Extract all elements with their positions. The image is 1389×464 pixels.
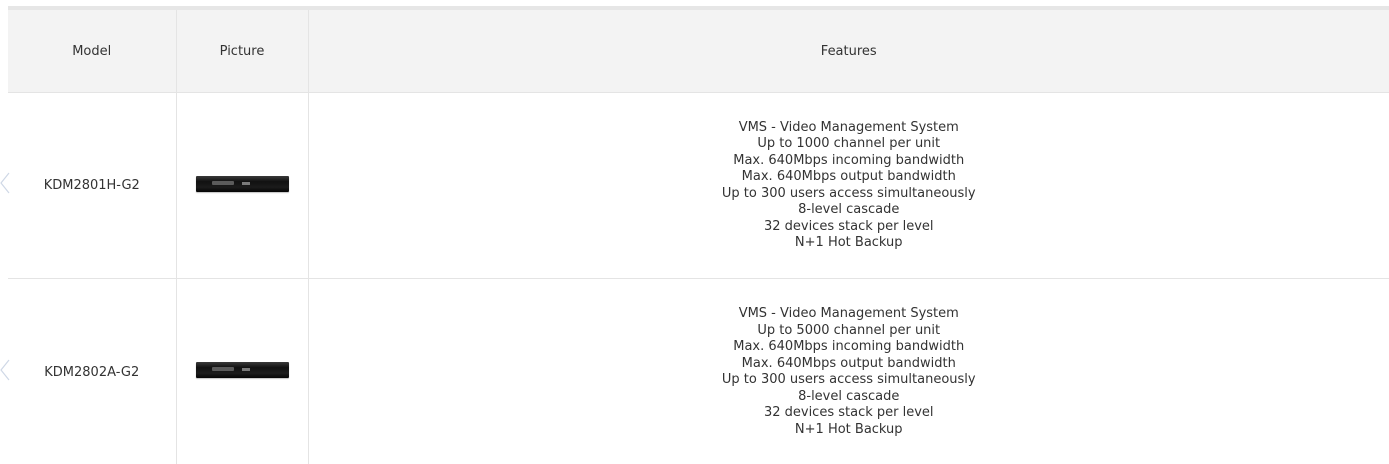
feature-item: Max. 640Mbps output bandwidth (741, 355, 956, 371)
picture-cell (176, 278, 309, 464)
column-header-picture: Picture (176, 10, 309, 93)
feature-item: Max. 640Mbps incoming bandwidth (733, 339, 965, 354)
feature-item: 32 devices stack per level (763, 218, 934, 234)
feature-item: 8-level cascade (798, 202, 900, 217)
feature-item: 32 devices stack per level (763, 405, 934, 420)
feature-item: Max. 640Mbps output bandwidth (741, 169, 956, 184)
model-cell: KDM2801H-G2 (8, 92, 177, 279)
features-list: VMS - Video Management System Up to 1000… (309, 120, 1389, 252)
column-header-model: Model (8, 10, 177, 93)
nvr-device-image (195, 175, 289, 192)
feature-item: 8-level cascade (798, 388, 900, 404)
table-header-row: Model Picture Features (8, 10, 1389, 93)
feature-item: N+1 Hot Backup (794, 421, 903, 437)
column-header-features: Features (308, 10, 1389, 93)
feature-item: Up to 5000 channel per unit (757, 322, 941, 338)
feature-item: N+1 Hot Backup (794, 235, 903, 250)
feature-item: Up to 300 users access simultaneously (721, 372, 976, 387)
table-row: KDM2801H-G2 VMS - Video Management Syste… (8, 92, 1389, 279)
feature-item: Up to 300 users access simultaneously (721, 185, 976, 201)
picture-cell (176, 92, 309, 279)
model-name: KDM2801H-G2 (43, 178, 140, 193)
features-list: VMS - Video Management System Up to 5000… (309, 306, 1389, 438)
feature-item: Up to 1000 channel per unit (757, 136, 941, 151)
nvr-device-image (195, 362, 289, 378)
feature-item: VMS - Video Management System (738, 119, 959, 135)
product-spec-table: Model Picture Features KDM2801H-G2 VMS -… (8, 10, 1389, 464)
features-cell: VMS - Video Management System Up to 1000… (308, 92, 1389, 279)
feature-item: Max. 640Mbps incoming bandwidth (733, 152, 965, 168)
page: Model Picture Features KDM2801H-G2 VMS -… (0, 0, 1389, 464)
model-name: KDM2802A-G2 (44, 364, 140, 380)
features-cell: VMS - Video Management System Up to 5000… (308, 279, 1389, 464)
model-cell: KDM2802A-G2 (8, 278, 177, 464)
feature-item: VMS - Video Management System (738, 306, 959, 321)
table-row: KDM2802A-G2 VMS - Video Management Syste… (8, 278, 1389, 464)
